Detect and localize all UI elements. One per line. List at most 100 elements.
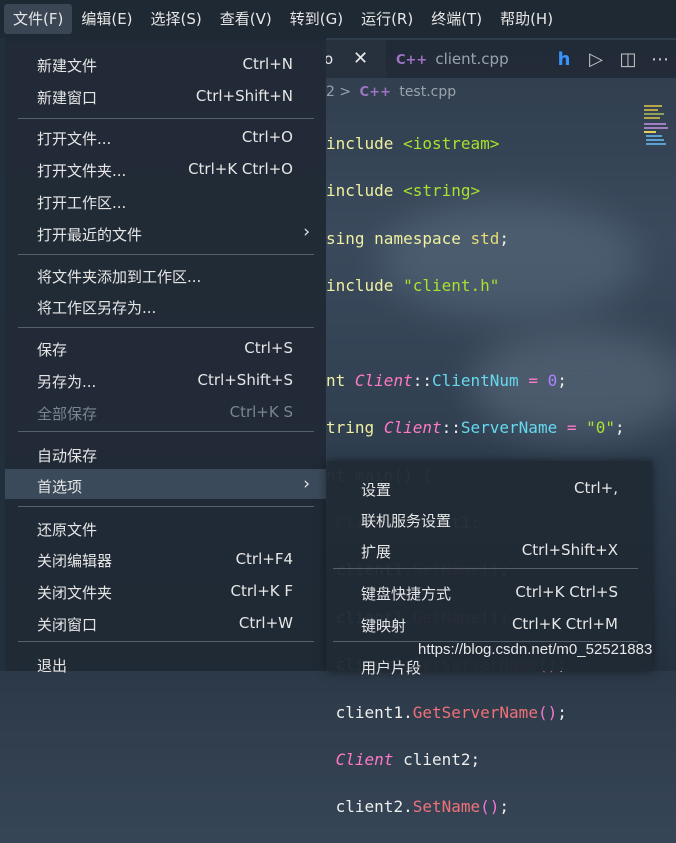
menu-item-save[interactable]: 保存 Ctrl+S [5,332,326,362]
menu-item-label: 退出 [37,657,68,675]
menu-item-label: 关闭窗口 [37,616,98,634]
menu-item-label: 另存为... [37,373,97,391]
code-line: client2.SetName(); [335,797,510,817]
menu-terminal[interactable]: 终端(T) [422,4,491,34]
watermark-text: https://blog.csdn.net/m0_52521883 [418,641,653,658]
menu-item-shortcut: Ctrl+O [241,128,293,146]
menu-item-auto-save[interactable]: 自动保存 [5,438,326,468]
code-line: include "client.h" [326,275,500,295]
submenu-item-keyboard-shortcuts[interactable]: 键盘快捷方式 Ctrl+K Ctrl+S [327,575,652,605]
code-line: include <iostream> [326,133,500,153]
breadcrumb: 2 > C++ test.cpp [326,84,456,100]
tab-active[interactable]: o ✕ [324,40,386,78]
menu-item-shortcut: Ctrl+Shift+X [521,541,618,559]
menu-item-preferences[interactable]: 首选项 › [5,469,326,499]
editor-actions: h ▷ ◫ ⋯ [548,40,676,78]
tab-label: client.cpp [435,50,509,68]
menu-item-label: 设置 [361,481,392,499]
menu-item-open-file[interactable]: 打开文件... Ctrl+O [5,121,326,151]
menu-edit[interactable]: 编辑(E) [72,4,141,34]
menu-item-open-recent[interactable]: 打开最近的文件 › [5,217,326,247]
menu-item-label: 键盘快捷方式 [361,585,452,603]
cpp-file-icon: C++ [359,85,391,100]
menu-item-label: 全部保存 [37,405,98,423]
tab-client-cpp[interactable]: C++ client.cpp [396,40,509,78]
menu-item-shortcut: Ctrl+S [244,339,293,357]
menu-item-close-editor[interactable]: 关闭编辑器 Ctrl+F4 [5,543,326,573]
menu-item-close-window[interactable]: 关闭窗口 Ctrl+W [5,607,326,637]
code-line: client1.GetServerName(); [335,702,567,722]
menu-item-label: 将文件夹添加到工作区... [37,268,202,286]
close-icon[interactable]: ✕ [353,40,368,78]
menu-item-label: 键映射 [361,617,407,635]
cpp-file-icon: C++ [396,53,428,68]
menu-item-save-workspace-as[interactable]: 将工作区另存为... [5,290,326,320]
breadcrumb-prefix[interactable]: 2 > [326,84,351,100]
menu-item-shortcut: Ctrl+W [238,614,293,632]
menu-separator [18,327,314,328]
menu-item-add-folder-to-workspace[interactable]: 将文件夹添加到工作区... [5,259,326,289]
menu-item-shortcut: Ctrl+K Ctrl+O [188,160,293,178]
menu-item-label: 将工作区另存为... [37,299,157,317]
menu-item-save-all: 全部保存 Ctrl+K S [5,396,326,426]
breadcrumb-file[interactable]: test.cpp [399,84,456,100]
more-icon[interactable]: ⋯ [644,49,676,70]
menu-file[interactable]: 文件(F) [4,4,73,34]
menu-item-label: 用户片段 [361,659,422,677]
menu-separator [333,568,638,569]
menu-item-label: 首选项 [37,478,83,496]
submenu-item-online-services[interactable]: 联机服务设置 [327,502,652,532]
menu-item-shortcut: Ctrl+K F [230,582,294,600]
menu-item-shortcut: Ctrl+K Ctrl+M [511,615,618,633]
menu-view[interactable]: 查看(V) [211,4,281,34]
code-line: nt Client::ClientNum = 0; [326,370,567,390]
menu-bar: 文件(F) 编辑(E) 选择(S) 查看(V) 转到(G) 运行(R) 终端(T… [0,0,676,38]
menu-item-open-folder[interactable]: 打开文件夹... Ctrl+K Ctrl+O [5,153,326,183]
code-line: tring Client::ServerName = "0"; [326,418,625,438]
menu-item-label: 扩展 [361,543,392,561]
menu-help[interactable]: 帮助(H) [491,4,562,34]
menu-item-shortcut: Ctrl+N [242,55,293,73]
menu-item-label: 打开最近的文件 [37,226,143,244]
menu-item-save-as[interactable]: 另存为... Ctrl+Shift+S [5,364,326,394]
chevron-right-icon: › [303,222,310,242]
menu-item-shortcut: Ctrl+Shift+N [195,87,293,105]
menu-go[interactable]: 转到(G) [281,4,352,34]
code-line: sing namespace std; [326,228,510,248]
submenu-item-keymaps[interactable]: 键映射 Ctrl+K Ctrl+M [327,607,652,637]
split-editor-icon[interactable]: ◫ [612,49,644,70]
menu-item-label: 关闭编辑器 [37,552,113,570]
h-icon[interactable]: h [548,49,580,70]
menu-item-open-workspace[interactable]: 打开工作区... [5,185,326,215]
menu-item-label: 打开工作区... [37,194,127,212]
submenu-item-extensions[interactable]: 扩展 Ctrl+Shift+X [327,533,652,563]
menu-item-label: 新建窗口 [37,89,98,107]
menu-run[interactable]: 运行(R) [352,4,422,34]
menu-item-label: 打开文件... [37,130,112,148]
submenu-item-settings[interactable]: 设置 Ctrl+, [327,471,652,501]
editor-tab-bar: o ✕ C++ client.cpp h ▷ ◫ ⋯ [324,40,676,78]
menu-item-label: 自动保存 [37,447,98,465]
menu-item-label: 新建文件 [37,57,98,75]
menu-item-label: 保存 [37,341,68,359]
menu-item-shortcut: Ctrl+Shift+S [197,371,293,389]
menu-item-revert-file[interactable]: 还原文件 [5,512,326,542]
menu-separator [18,431,314,432]
menu-separator [18,118,314,119]
menu-separator [18,641,314,642]
menu-separator [18,254,314,255]
code-line: Client client2; [335,749,481,769]
run-icon[interactable]: ▷ [580,49,612,70]
menu-item-new-window[interactable]: 新建窗口 Ctrl+Shift+N [5,80,326,110]
menu-item-new-file[interactable]: 新建文件 Ctrl+N [5,48,326,78]
menu-item-close-folder[interactable]: 关闭文件夹 Ctrl+K F [5,575,326,605]
menu-separator [18,506,314,507]
preferences-submenu: 设置 Ctrl+, 联机服务设置 扩展 Ctrl+Shift+X 键盘快捷方式 … [327,461,652,677]
menu-item-shortcut: Ctrl+, [573,479,618,497]
menu-selection[interactable]: 选择(S) [142,4,211,34]
menu-item-exit[interactable]: 退出 [5,648,326,678]
menu-item-shortcut: Ctrl+K Ctrl+S [515,583,618,601]
code-line: include <string> [326,181,481,201]
chevron-right-icon: › [303,474,310,494]
